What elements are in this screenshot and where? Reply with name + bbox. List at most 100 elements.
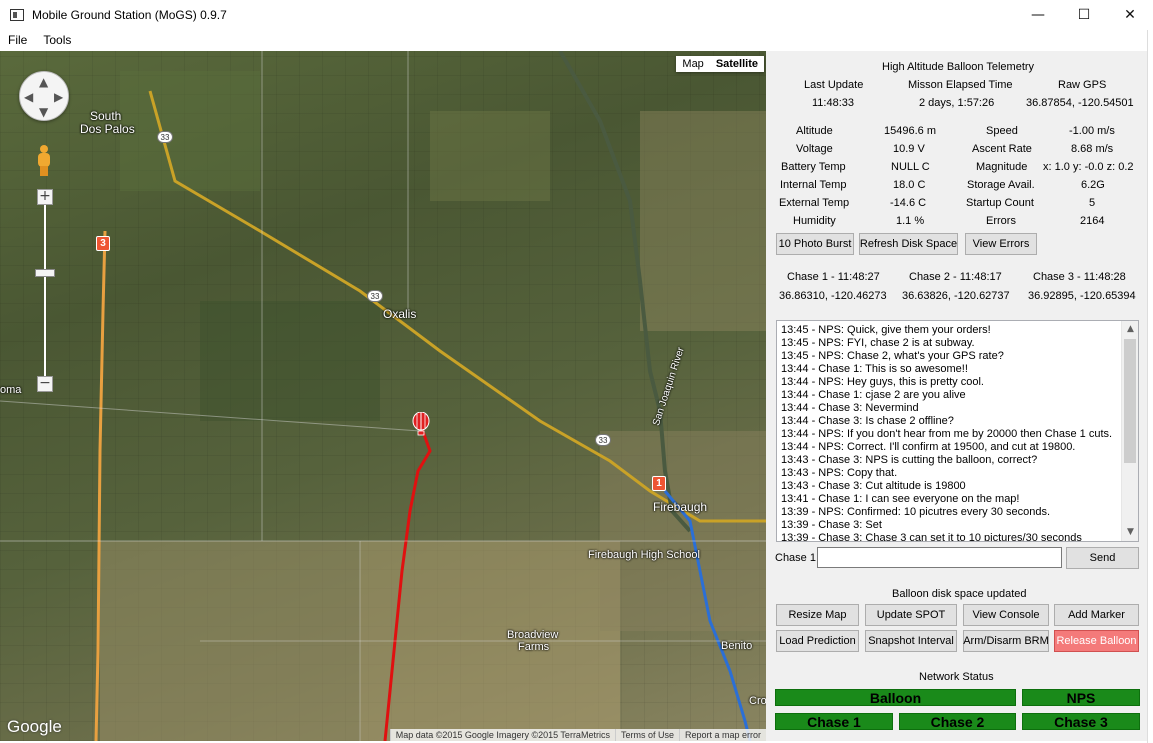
view-console-button[interactable]: View Console	[963, 604, 1049, 626]
route-33-shield: 33	[157, 131, 173, 143]
chat-log-line: 13:44 - NPS: Hey guys, this is pretty co…	[781, 376, 984, 388]
road-line	[0, 400, 421, 432]
network-status-chase-3: Chase 3	[1022, 713, 1140, 730]
voltage-value: 10.9 V	[893, 143, 925, 155]
network-status-balloon: Balloon	[775, 689, 1016, 706]
network-status-chase-2: Chase 2	[899, 713, 1016, 730]
blue-route	[663, 490, 752, 741]
chat-sender-label: Chase 1	[775, 552, 816, 564]
humidity-label: Humidity	[793, 215, 836, 227]
label-oxalis: Oxalis	[383, 307, 417, 321]
menu-bar: File Tools	[0, 30, 1153, 50]
route-33-shield: 33	[595, 434, 611, 446]
refresh-disk-space-button[interactable]: Refresh Disk Space	[859, 233, 958, 255]
chase-2-coords: 36.63826, -120.62737	[902, 290, 1010, 302]
startup-count-value: 5	[1089, 197, 1096, 209]
status-message: Balloon disk space updated	[892, 588, 1027, 600]
map-overlay	[0, 51, 766, 741]
maximize-button[interactable]: ☐	[1061, 0, 1107, 30]
add-marker-button[interactable]: Add Marker	[1054, 604, 1139, 626]
zoom-in-button[interactable]: +	[37, 189, 53, 205]
photo-burst-button[interactable]: 10 Photo Burst	[776, 233, 854, 255]
internal-temp-value: 18.0 C	[893, 179, 926, 191]
chat-log-line: 13:39 - Chase 3: Chase 3 can set it to 1…	[781, 532, 1082, 542]
last-update-label: Last Update	[804, 79, 864, 91]
chat-input[interactable]	[817, 547, 1062, 568]
internal-temp-label: Internal Temp	[780, 179, 847, 191]
release-balloon-button[interactable]: Release Balloon	[1054, 630, 1139, 652]
magnitude-value: x: 1.0 y: -0.0 z: 0.2	[1043, 161, 1134, 173]
map-type-map-button[interactable]: Map	[676, 56, 710, 72]
battery-temp-label: Battery Temp	[781, 161, 846, 173]
chat-log[interactable]: 13:45 - NPS: Quick, give them your order…	[776, 320, 1139, 542]
chase-3-label: Chase 3 - 11:48:28	[1033, 271, 1126, 283]
chase-3-coords: 36.92895, -120.65394	[1028, 290, 1136, 302]
zoom-out-button[interactable]: −	[37, 376, 53, 392]
map-type-satellite-button[interactable]: Satellite	[709, 56, 764, 72]
last-update-value: 11:48:33	[812, 97, 855, 109]
zoom-track[interactable]	[44, 201, 46, 383]
label-broadview-2: Farms	[518, 641, 550, 653]
pan-down-icon[interactable]: ▼	[39, 105, 48, 119]
storage-avail-value: 6.2G	[1081, 179, 1105, 191]
balloon-marker-icon[interactable]	[411, 412, 431, 436]
pan-up-icon[interactable]: ▲	[39, 75, 48, 89]
menu-file[interactable]: File	[0, 33, 35, 47]
ascent-rate-value: 8.68 m/s	[1071, 143, 1114, 155]
network-status-nps: NPS	[1022, 689, 1140, 706]
snapshot-interval-button[interactable]: Snapshot Interval	[865, 630, 957, 652]
voltage-label: Voltage	[796, 143, 833, 155]
pan-left-icon[interactable]: ◀	[24, 90, 33, 104]
label-firebaugh-high-school: Firebaugh High School	[588, 549, 700, 561]
chat-log-line: 13:45 - NPS: Chase 2, what's your GPS ra…	[781, 350, 1004, 362]
humidity-value: 1.1 %	[896, 215, 925, 227]
update-spot-button[interactable]: Update SPOT	[865, 604, 957, 626]
pegman-body	[38, 153, 50, 167]
menu-tools[interactable]: Tools	[35, 33, 79, 47]
altitude-value: 15496.6 m	[884, 125, 936, 137]
terms-of-use-link[interactable]: Terms of Use	[614, 729, 679, 741]
minimize-button[interactable]: —	[1015, 0, 1061, 30]
san-joaquin-river	[558, 51, 692, 533]
google-logo: Google	[7, 717, 62, 736]
raw-gps-label: Raw GPS	[1058, 79, 1107, 91]
battery-temp-value: NULL C	[891, 161, 930, 173]
chat-log-scrollbar[interactable]: ▲ ▼	[1121, 321, 1138, 541]
telemetry-heading: High Altitude Balloon Telemetry	[882, 61, 1035, 73]
network-status-chase-1: Chase 1	[775, 713, 893, 730]
startup-count-label: Startup Count	[966, 197, 1034, 209]
app-icon	[10, 9, 24, 21]
errors-value: 2164	[1080, 215, 1105, 227]
storage-avail-label: Storage Avail.	[967, 179, 1035, 191]
chat-log-line: 13:44 - Chase 1: This is so awesome!!	[781, 363, 968, 375]
scroll-down-icon[interactable]: ▼	[1122, 524, 1138, 541]
map-view[interactable]: Map Satellite ▲ ▼ ◀ ▶ + − South Dos Palo…	[0, 51, 766, 741]
chat-log-line: 13:44 - Chase 3: Is chase 2 offline?	[781, 415, 954, 427]
view-errors-button[interactable]: View Errors	[965, 233, 1037, 255]
send-button[interactable]: Send	[1066, 547, 1139, 569]
report-map-error-link[interactable]: Report a map error	[678, 729, 766, 741]
close-button[interactable]: ✕	[1107, 0, 1153, 30]
pan-right-icon[interactable]: ▶	[54, 90, 63, 104]
chat-log-line: 13:41 - Chase 1: I can see everyone on t…	[781, 493, 1020, 505]
street-view-pegman-icon[interactable]	[36, 145, 52, 177]
elapsed-time-value: 2 days, 1:57:26	[919, 97, 995, 109]
altitude-label: Altitude	[796, 125, 833, 137]
chat-log-line: 13:43 - Chase 3: Cut altitude is 19800	[781, 480, 966, 492]
map-attribution: Map data ©2015 Google Imagery ©2015 Terr…	[389, 729, 766, 741]
arm-disarm-brm-button[interactable]: Arm/Disarm BRM	[963, 630, 1049, 652]
chat-log-lines: 13:45 - NPS: Quick, give them your order…	[781, 324, 1123, 542]
pan-control[interactable]: ▲ ▼ ◀ ▶	[19, 71, 69, 121]
chat-log-line: 13:43 - NPS: Copy that.	[781, 467, 898, 479]
load-prediction-button[interactable]: Load Prediction	[776, 630, 859, 652]
raw-gps-value: 36.87854, -120.54501	[1026, 97, 1134, 109]
zoom-slider-handle[interactable]	[35, 269, 55, 277]
resize-map-button[interactable]: Resize Map	[776, 604, 859, 626]
route-1-marker: 1	[652, 476, 666, 491]
label-south-dos-palos-2: Dos Palos	[80, 122, 135, 136]
label-firebaugh: Firebaugh	[653, 500, 708, 514]
scroll-up-icon[interactable]: ▲	[1122, 321, 1138, 338]
scroll-thumb[interactable]	[1124, 339, 1136, 463]
title-bar: Mobile Ground Station (MoGS) 0.9.7 — ☐ ✕	[0, 0, 1153, 30]
network-status-heading: Network Status	[919, 671, 994, 683]
